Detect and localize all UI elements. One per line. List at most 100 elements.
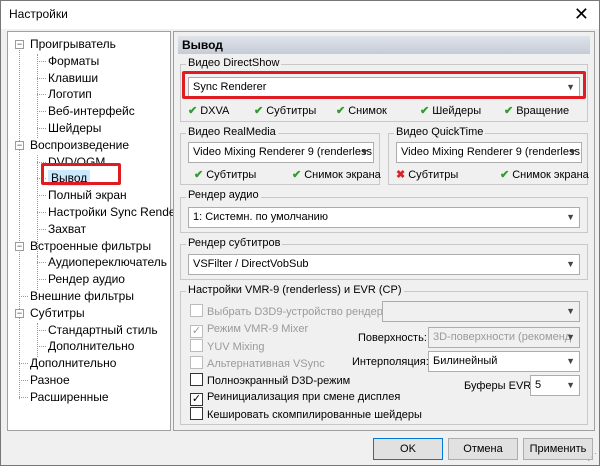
tree-item[interactable]: Стандартный стиль — [48, 322, 158, 338]
apply-button[interactable]: Применить — [523, 438, 593, 460]
check-icon: ✔ — [420, 105, 430, 117]
d3d9-device-checkbox[interactable]: Выбрать D3D9-устройство рендеринг — [190, 304, 399, 318]
collapse-icon[interactable]: − — [15, 308, 24, 318]
check-icon: ✓ — [190, 393, 203, 406]
cache-shaders-checkbox[interactable]: Кешировать скомпилированные шейдеры — [190, 407, 422, 421]
tree-item[interactable]: Аудиопереключатель — [48, 254, 167, 270]
directshow-label: Видео DirectShow — [186, 57, 282, 69]
vmr9-mixer-checkbox[interactable]: ✓ Режим VMR-9 Mixer — [190, 322, 308, 338]
realmedia-snapshot-indicator: ✔ Снимок экрана — [292, 169, 381, 181]
window-title: Настройки — [9, 7, 68, 21]
tree-item[interactable]: Настройки Sync Render — [48, 204, 180, 220]
ok-button[interactable]: OK — [373, 438, 443, 460]
tree-item[interactable]: Расширенные — [30, 389, 109, 405]
interpolation-label: Интерполяция: — [352, 356, 429, 368]
tree-item-label: Настройки Sync Render — [48, 205, 180, 219]
realmedia-renderer-select[interactable]: Video Mixing Renderer 9 (renderless ▼ — [188, 142, 374, 163]
tree-item-label: Расширенные — [30, 389, 109, 404]
chevron-down-icon: ▼ — [566, 380, 575, 390]
close-icon[interactable]: ✕ — [574, 3, 589, 25]
tree-item[interactable]: Форматы — [48, 53, 99, 69]
tree-item[interactable]: Разное — [30, 372, 70, 388]
tree-item-label: Стандартный стиль — [48, 322, 158, 337]
tree-item-label: Разное — [30, 373, 70, 387]
tree-item[interactable]: Внешние фильтры — [30, 288, 134, 304]
tree-item[interactable]: Клавиши — [48, 70, 98, 86]
checkbox-box — [190, 304, 203, 317]
evr-buffers-value: 5 — [535, 379, 542, 391]
settings-window: Настройки ✕ Проигрыватель − Форматы Клавиши… — [0, 0, 600, 466]
tree-item-label: Захват — [48, 221, 87, 236]
chevron-down-icon: ▼ — [360, 147, 369, 157]
directshow-cap-indicator: ✔ DXVA — [188, 105, 230, 117]
tree-item[interactable]: Встроенные фильтры — [30, 238, 151, 254]
directshow-cap-indicator: ✔ Вращение — [504, 105, 570, 117]
surface-select[interactable]: 3D-поверхности (рекоменд ▼ — [428, 327, 580, 348]
d3d9-device-select[interactable]: ▼ — [382, 301, 580, 322]
tree-item-label: Проигрыватель — [30, 37, 116, 51]
fullscreen-d3d-checkbox[interactable]: Полноэкранный D3D-режим — [190, 373, 350, 387]
chevron-down-icon: ▼ — [566, 306, 575, 316]
cancel-button[interactable]: Отмена — [448, 438, 518, 460]
check-icon: ✔ — [194, 169, 204, 181]
directshow-cap-indicator: ✔ Субтитры — [254, 105, 317, 117]
tree-item-label: Встроенные фильтры — [30, 238, 152, 253]
tree-item-label: Клавиши — [48, 70, 99, 85]
vmr-settings-label: Настройки VMR-9 (renderless) и EVR (CP) — [186, 284, 404, 296]
quicktime-subs-indicator: ✖ Субтитры — [396, 169, 459, 181]
reinit-display-checkbox[interactable]: ✓ Реинициализация при смене дисплея — [190, 390, 400, 406]
chevron-down-icon: ▼ — [566, 212, 575, 222]
tree-item[interactable]: Субтитры — [30, 305, 85, 321]
check-icon: ✔ — [336, 105, 346, 117]
checkbox-box — [190, 407, 203, 420]
collapse-icon[interactable]: − — [15, 40, 24, 49]
tree-item-label: Шейдеры — [48, 121, 102, 135]
interpolation-value: Билинейный — [433, 355, 498, 367]
tree-item[interactable]: Воспроизведение — [30, 137, 129, 153]
quicktime-renderer-select[interactable]: Video Mixing Renderer 9 (renderless ▼ — [396, 142, 582, 163]
tree-item-label: Дополнительно — [30, 356, 117, 371]
quicktime-renderer-value: Video Mixing Renderer 9 (renderless — [401, 146, 580, 158]
tree-item[interactable]: Полный экран — [48, 187, 127, 203]
checkbox-box — [190, 356, 203, 369]
audio-renderer-select[interactable]: 1: Системн. по умолчанию ▼ — [188, 207, 580, 228]
realmedia-renderer-value: Video Mixing Renderer 9 (renderless — [193, 146, 372, 158]
interpolation-select[interactable]: Билинейный ▼ — [428, 351, 580, 372]
subtitle-renderer-select[interactable]: VSFilter / DirectVobSub ▼ — [188, 254, 580, 275]
title-bar: Настройки ✕ — [1, 1, 599, 29]
collapse-icon[interactable]: − — [15, 241, 24, 251]
tree-item[interactable]: Рендер аудио — [48, 271, 125, 287]
chevron-down-icon: ▼ — [568, 147, 577, 157]
tree-item-label: Воспроизведение — [30, 137, 130, 152]
alt-vsync-checkbox[interactable]: Альтернативная VSync — [190, 356, 325, 370]
chevron-down-icon: ▼ — [566, 356, 575, 366]
highlight-box-tree — [41, 163, 121, 185]
resize-grip-icon[interactable]: ⋰ — [587, 452, 597, 463]
subtitle-renderer-value: VSFilter / DirectVobSub — [193, 258, 309, 270]
audio-renderer-value: 1: Системн. по умолчанию — [193, 211, 329, 223]
checkbox-box — [190, 339, 203, 352]
collapse-icon[interactable]: − — [15, 140, 24, 150]
audio-renderer-label: Рендер аудио — [186, 189, 261, 201]
tree-item-label: Аудиопереключатель — [48, 255, 168, 270]
check-icon: ✔ — [500, 169, 510, 181]
tree-item-label: Субтитры — [30, 305, 85, 320]
tree-item[interactable]: Захват — [48, 221, 86, 237]
yuv-mixing-checkbox[interactable]: YUV Mixing — [190, 339, 264, 353]
quicktime-snapshot-indicator: ✔ Снимок экрана — [500, 169, 589, 181]
check-icon: ✔ — [188, 105, 198, 117]
tree-item-label: Логотип — [48, 87, 92, 102]
tree-item-label: Веб-интерфейс — [48, 104, 135, 119]
evr-buffers-select[interactable]: 5 ▼ — [530, 375, 580, 396]
tree-item[interactable]: Дополнительно — [30, 355, 116, 371]
check-icon: ✔ — [254, 105, 264, 117]
tree-item[interactable]: Логотип — [48, 86, 92, 102]
cross-icon: ✖ — [396, 169, 406, 181]
tree-item-label: Форматы — [48, 53, 100, 68]
tree-item[interactable]: Дополнительно — [48, 338, 134, 354]
chevron-down-icon: ▼ — [566, 259, 575, 269]
tree-item[interactable]: Проигрыватель — [30, 36, 116, 52]
tree-item[interactable]: Веб-интерфейс — [48, 103, 135, 119]
realmedia-label: Видео RealMedia — [186, 126, 278, 138]
tree-item[interactable]: Шейдеры — [48, 120, 101, 136]
